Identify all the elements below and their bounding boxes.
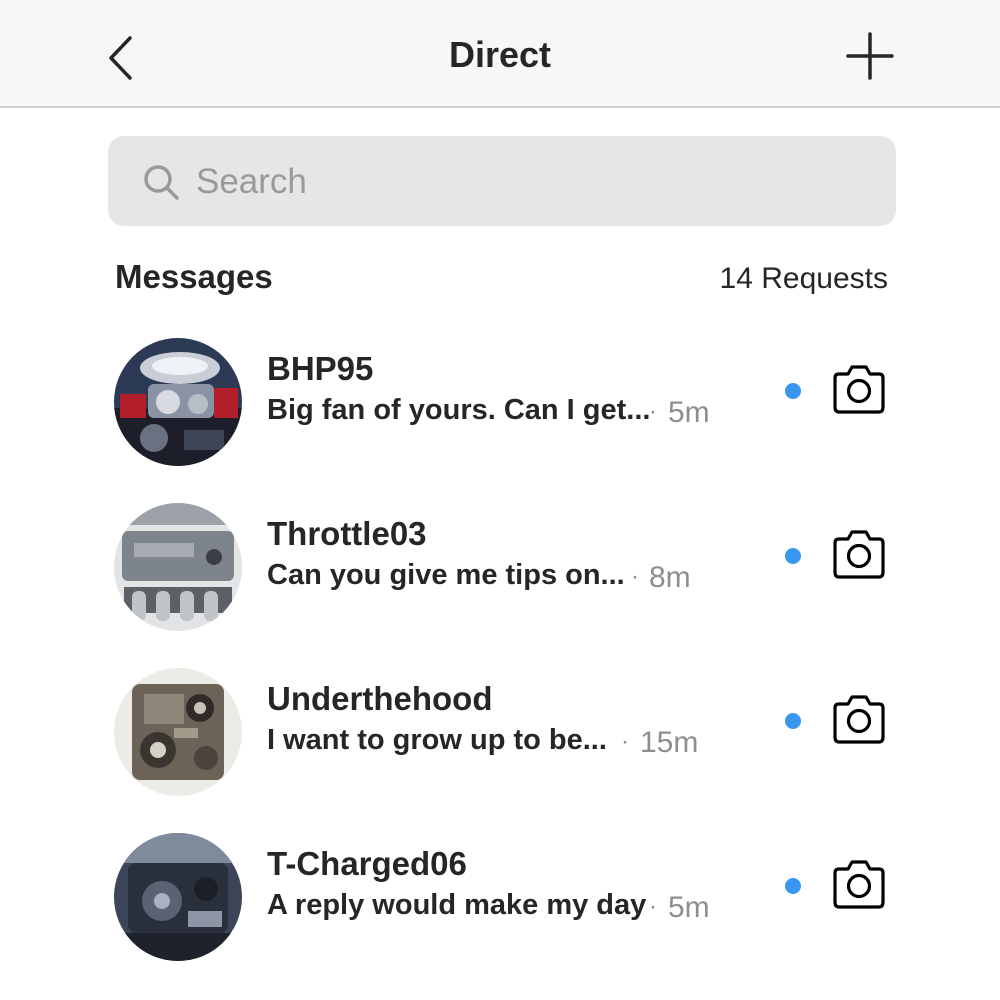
thread-timestamp: 5m bbox=[668, 396, 710, 429]
timestamp-separator: · bbox=[621, 728, 629, 755]
camera-button[interactable] bbox=[829, 857, 889, 913]
thread-username: BHP95 bbox=[267, 350, 374, 387]
engine-photo-avatar[interactable] bbox=[114, 503, 242, 631]
thread-timestamp: 5m bbox=[668, 891, 710, 924]
timestamp-separator: · bbox=[649, 398, 657, 425]
engine-photo-avatar[interactable] bbox=[114, 338, 242, 466]
thread-preview: Big fan of yours. Can I get... bbox=[267, 394, 651, 426]
messages-heading: Messages bbox=[115, 258, 273, 295]
timestamp-separator: · bbox=[649, 893, 657, 920]
camera-icon bbox=[833, 860, 885, 909]
engine-photo-avatar[interactable] bbox=[114, 668, 242, 796]
thread-username: Throttle03 bbox=[267, 515, 427, 552]
unread-indicator bbox=[785, 713, 801, 729]
unread-indicator bbox=[785, 878, 801, 894]
thread-username: Underthehood bbox=[267, 680, 493, 717]
thread-username: T-Charged06 bbox=[267, 845, 467, 882]
camera-icon bbox=[833, 365, 885, 414]
thread-preview: I want to grow up to be... bbox=[267, 724, 607, 756]
plus-icon bbox=[846, 32, 894, 80]
camera-icon bbox=[833, 695, 885, 744]
camera-button[interactable] bbox=[829, 362, 889, 418]
camera-icon bbox=[833, 530, 885, 579]
thread-timestamp: 8m bbox=[649, 561, 691, 594]
unread-indicator bbox=[785, 548, 801, 564]
search-input[interactable] bbox=[194, 154, 858, 210]
camera-button[interactable] bbox=[829, 692, 889, 748]
timestamp-separator: · bbox=[631, 563, 639, 590]
camera-button[interactable] bbox=[829, 527, 889, 583]
thread-row-t-charged06[interactable]: T-Charged06 A reply would make my day · … bbox=[100, 821, 920, 971]
top-nav-bar: Direct bbox=[0, 0, 1000, 108]
unread-indicator bbox=[785, 383, 801, 399]
search-bar[interactable] bbox=[108, 136, 896, 226]
new-message-button[interactable] bbox=[843, 29, 897, 83]
thread-preview: Can you give me tips on... bbox=[267, 559, 625, 591]
thread-row-throttle03[interactable]: Throttle03 Can you give me tips on... · … bbox=[100, 491, 920, 641]
search-icon bbox=[144, 165, 179, 200]
thread-row-underthehood[interactable]: Underthehood I want to grow up to be... … bbox=[100, 656, 920, 806]
thread-timestamp: 15m bbox=[640, 726, 699, 759]
thread-row-bhp95[interactable]: BHP95 Big fan of yours. Can I get... · 5… bbox=[100, 326, 920, 476]
message-requests-link[interactable]: 14 Requests bbox=[720, 262, 888, 296]
thread-preview: A reply would make my day bbox=[267, 889, 647, 921]
engine-photo-avatar[interactable] bbox=[114, 833, 242, 961]
